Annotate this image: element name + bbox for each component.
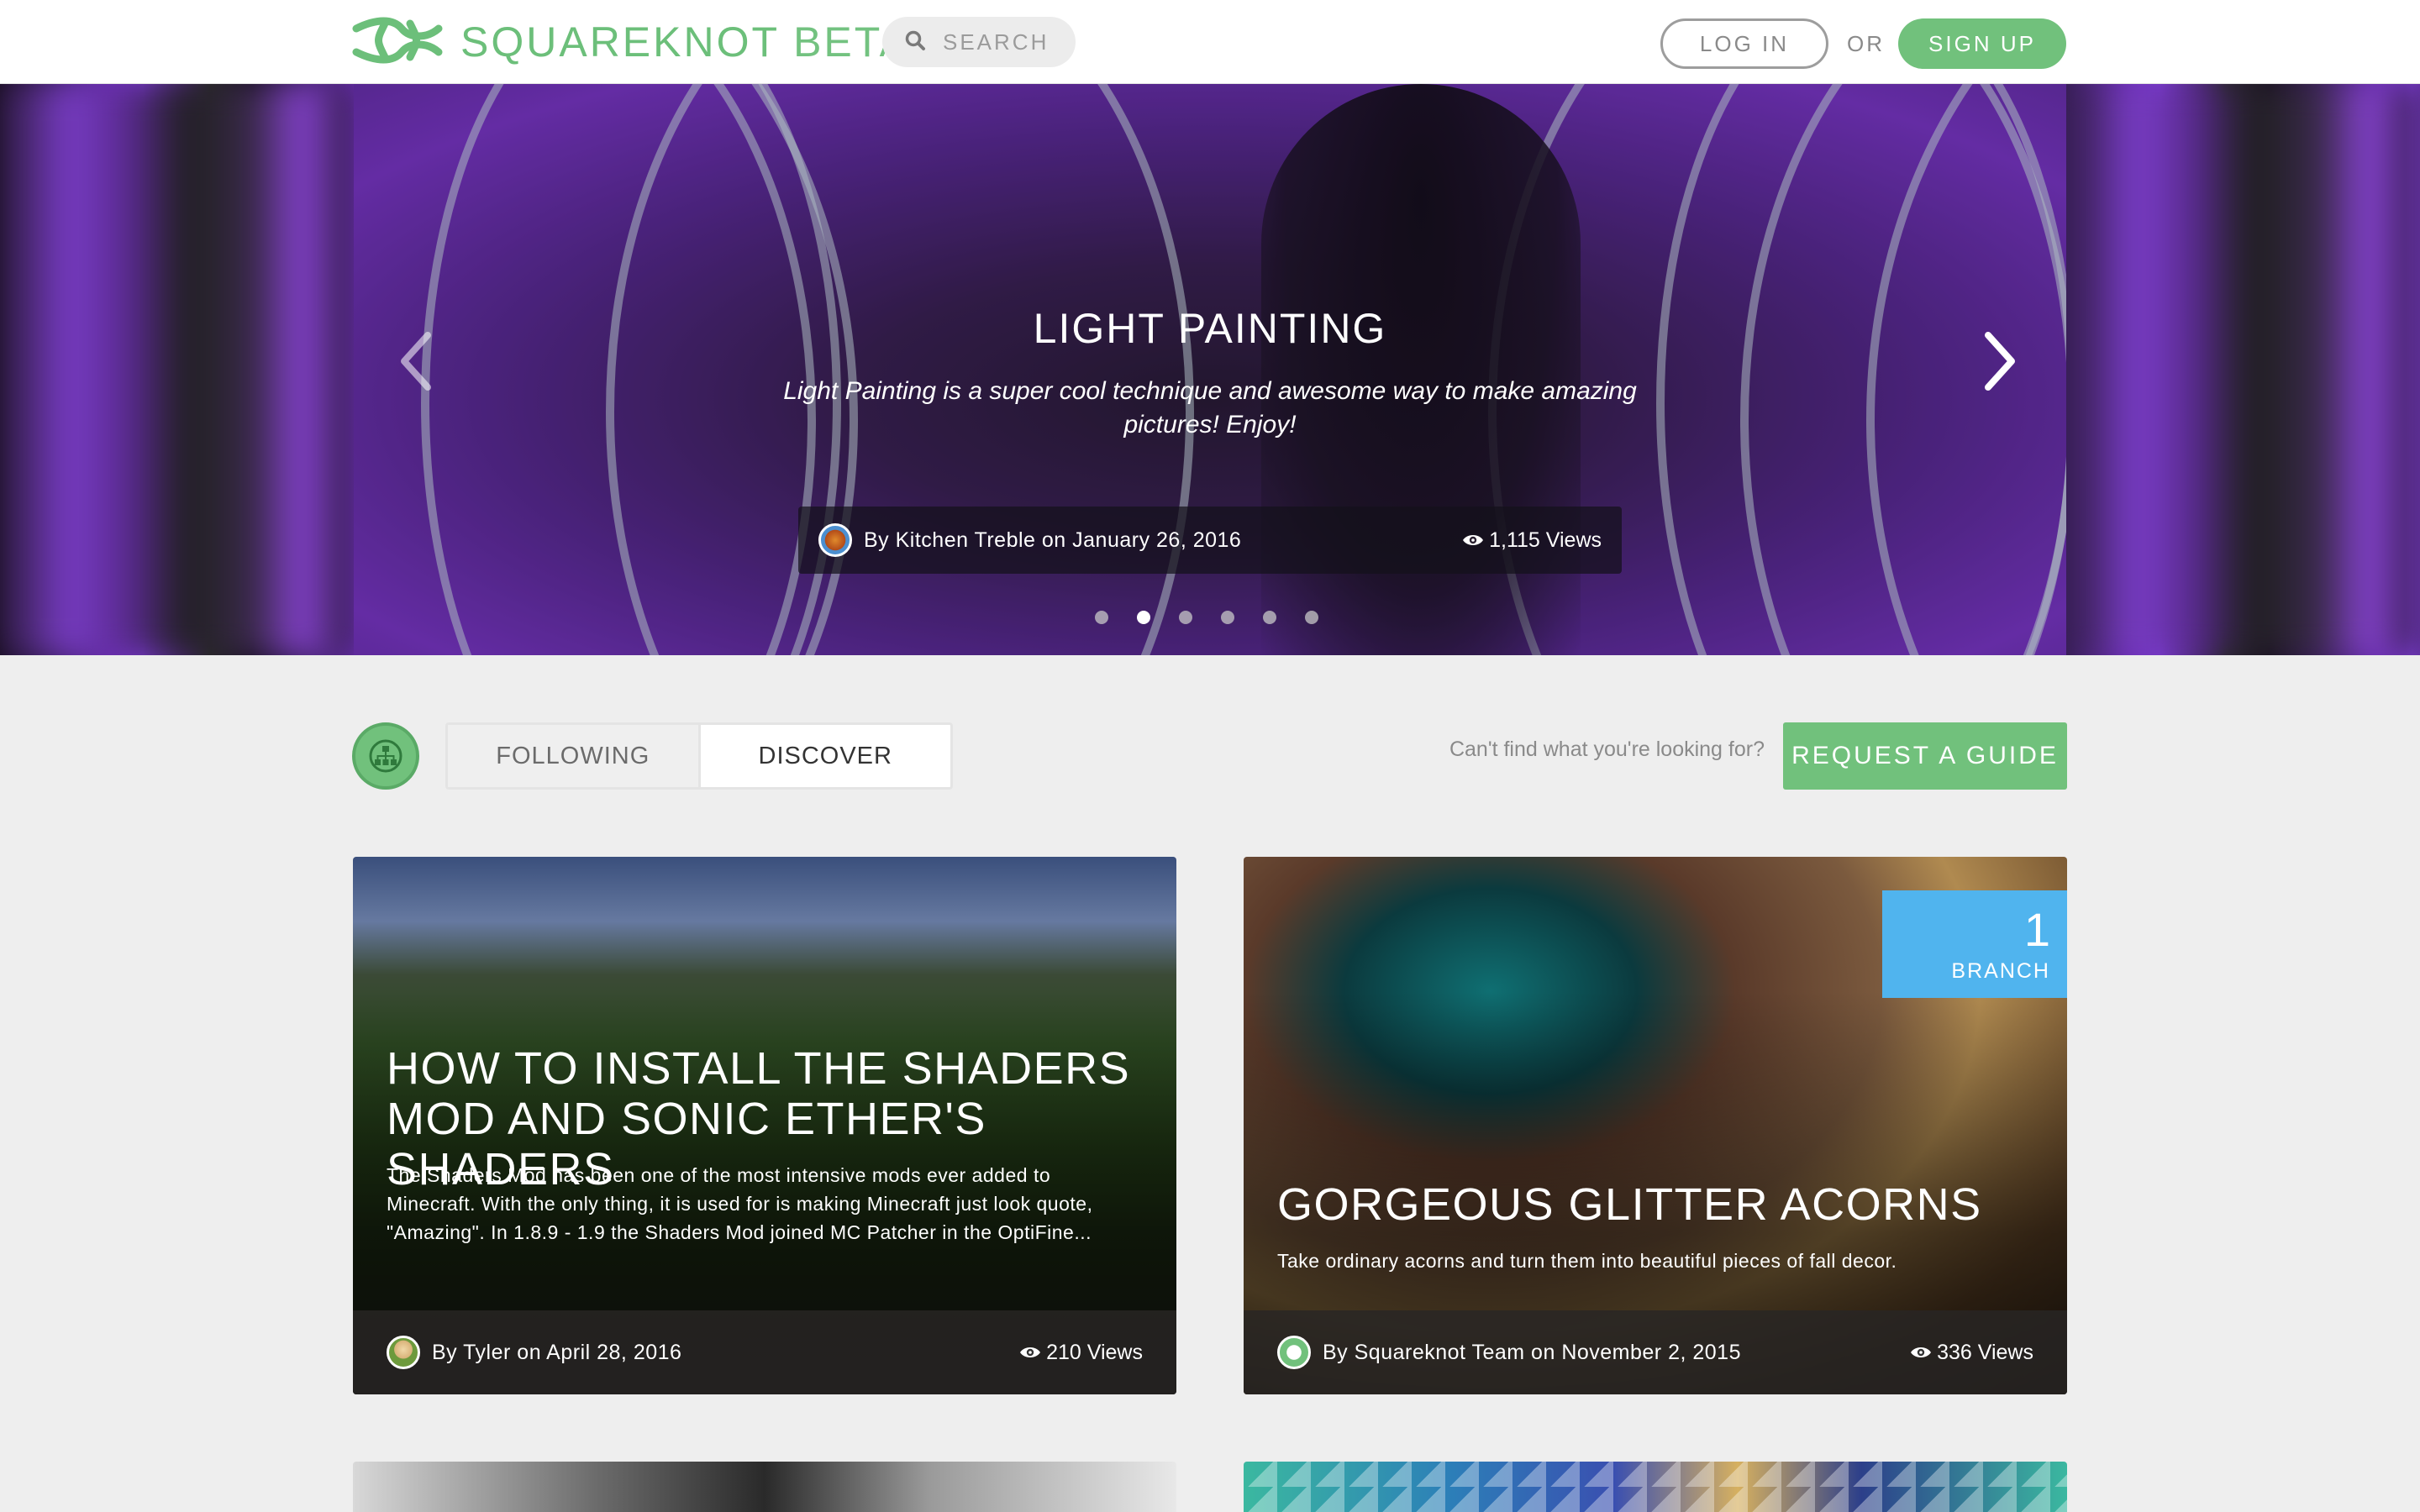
help-text: Can't find what you're looking for? — [1449, 738, 1765, 761]
logo[interactable]: SQUAREKNOT BETA — [351, 15, 910, 69]
card-byline[interactable]: By Tyler on April 28, 2016 — [432, 1341, 681, 1365]
avatar[interactable] — [818, 523, 852, 557]
card-views-text: 210 Views — [1046, 1340, 1143, 1364]
carousel-dot[interactable] — [1263, 611, 1276, 624]
carousel-dot[interactable] — [1095, 611, 1108, 624]
site-header: SQUAREKNOT BETA LOG IN OR SIGN UP — [0, 0, 2420, 84]
card-byline[interactable]: By Squareknot Team on November 2, 2015 — [1323, 1341, 1741, 1365]
card-views: 336 Views — [1910, 1341, 2033, 1365]
org-chart-icon — [369, 739, 402, 773]
hero-carousel[interactable]: LIGHT PAINTING Light Painting is a super… — [0, 84, 2420, 655]
card-footer: By Tyler on April 28, 2016 210 Views — [353, 1310, 1176, 1394]
search-box[interactable] — [882, 17, 1077, 67]
hero-backdrop-right — [2067, 84, 2420, 655]
carousel-dot[interactable] — [1305, 611, 1318, 624]
or-separator: OR — [1847, 31, 1885, 56]
hero-title[interactable]: LIGHT PAINTING — [0, 304, 2420, 353]
guide-card[interactable]: HOW TO INSTALL THE SHADERS MOD AND SONIC… — [353, 857, 1176, 1394]
chevron-right-icon[interactable] — [1983, 332, 2017, 391]
carousel-dot-active[interactable] — [1137, 611, 1150, 624]
hero-meta-bar: By Kitchen Treble on January 26, 2016 1,… — [798, 507, 1622, 574]
eye-icon — [1911, 1347, 1932, 1357]
card-description: The Shaders Mod has been one of the most… — [387, 1164, 1093, 1243]
card-views: 210 Views — [1019, 1341, 1143, 1365]
eye-icon — [1020, 1347, 1041, 1357]
eye-icon — [1463, 535, 1484, 545]
chevron-left-icon[interactable] — [399, 332, 433, 391]
branch-label: BRANCH — [1951, 959, 2050, 983]
signup-button[interactable]: SIGN UP — [1898, 18, 2066, 69]
knot-logo-icon — [351, 15, 444, 70]
feed-tabs: FOLLOWING DISCOVER — [445, 722, 953, 790]
card-title[interactable]: GORGEOUS GLITTER ACORNS — [1277, 1179, 2050, 1230]
search-input[interactable] — [943, 29, 1077, 55]
request-guide-button[interactable]: REQUEST A GUIDE — [1783, 722, 2067, 790]
search-icon — [904, 29, 926, 55]
card-description: Take ordinary acorns and turn them into … — [1277, 1250, 1897, 1272]
carousel-dots — [1095, 611, 1318, 624]
hero-views-text: 1,115 Views — [1489, 528, 1602, 552]
carousel-dot[interactable] — [1221, 611, 1234, 624]
avatar[interactable] — [387, 1336, 420, 1369]
card-footer: By Squareknot Team on November 2, 2015 3… — [1244, 1310, 2067, 1394]
avatar[interactable] — [1277, 1336, 1311, 1369]
login-button[interactable]: LOG IN — [1660, 18, 1828, 69]
tab-following[interactable]: FOLLOWING — [448, 725, 701, 787]
hero-description: Light Painting is a super cool technique… — [783, 377, 1637, 438]
guide-card-partial[interactable] — [353, 1462, 1176, 1512]
guide-card-partial[interactable] — [1244, 1462, 2067, 1512]
hero-byline[interactable]: By Kitchen Treble on January 26, 2016 — [864, 528, 1241, 553]
brand-name: SQUAREKNOT — [460, 18, 781, 66]
org-chart-button[interactable] — [352, 722, 419, 790]
hero-backdrop-left — [0, 84, 353, 655]
tab-discover[interactable]: DISCOVER — [701, 725, 951, 787]
carousel-dot[interactable] — [1179, 611, 1192, 624]
branch-badge[interactable]: 1 BRANCH — [1882, 890, 2067, 998]
hero-views: 1,115 Views — [1462, 528, 1602, 553]
card-views-text: 336 Views — [1937, 1340, 2033, 1364]
branch-count: 1 — [2023, 903, 2050, 956]
